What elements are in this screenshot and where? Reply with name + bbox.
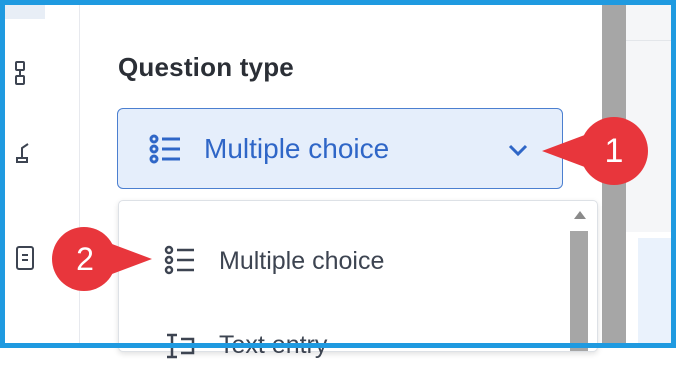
chevron-down-icon <box>508 144 528 157</box>
list-icon <box>149 134 180 164</box>
option-label: Text entry <box>219 331 328 359</box>
select-value: Multiple choice <box>204 133 390 164</box>
document-icon[interactable] <box>13 245 39 271</box>
section-title: Question type <box>118 52 294 82</box>
paint-icon[interactable] <box>13 140 39 166</box>
callout-2-number: 2 <box>76 241 94 277</box>
text-entry-icon <box>167 333 195 359</box>
option-text-entry[interactable]: Text entry <box>119 313 565 373</box>
dropdown-scrollbar[interactable] <box>567 205 591 351</box>
right-highlight <box>638 238 671 343</box>
callout-1-number: 1 <box>604 132 624 170</box>
question-type-select[interactable]: Multiple choice <box>117 108 563 189</box>
option-multiple-choice[interactable]: Multiple choice <box>119 229 565 289</box>
rail-top-strip <box>5 5 45 19</box>
flow-icon[interactable] <box>13 60 39 86</box>
scroll-up-arrow-icon[interactable] <box>574 211 586 219</box>
question-type-dropdown: Multiple choice Text entry <box>118 200 598 359</box>
list-icon <box>164 245 194 275</box>
scroll-thumb[interactable] <box>570 231 588 351</box>
right-divider <box>626 40 671 41</box>
option-label: Multiple choice <box>219 247 385 275</box>
